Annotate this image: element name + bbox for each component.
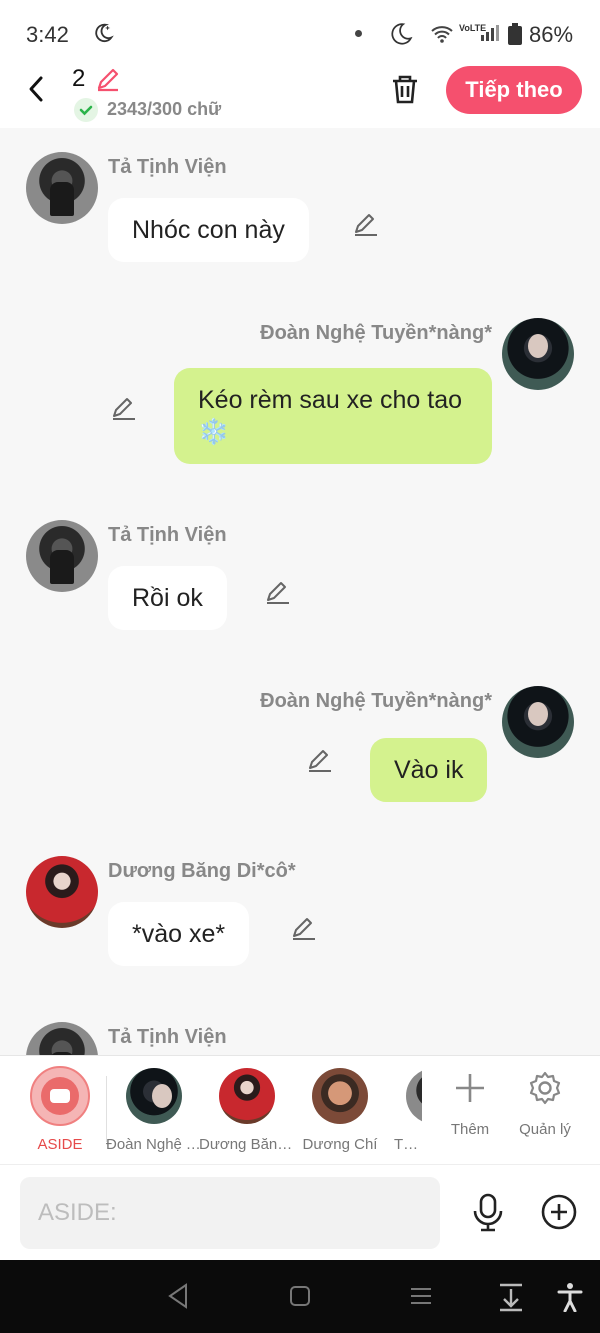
avatar[interactable]	[502, 686, 574, 758]
message-input[interactable]	[20, 1177, 440, 1249]
manage-button[interactable]: Quản lý	[510, 1070, 580, 1138]
add-circle-icon[interactable]	[540, 1193, 578, 1236]
night-mode-icon	[388, 21, 414, 52]
character-item[interactable]: Tả T	[386, 1068, 422, 1153]
sender-name: Đoàn Nghệ Tuyền*nàng*	[260, 322, 492, 344]
message-bubble[interactable]: Nhóc con này	[108, 198, 309, 262]
add-label: Thêm	[450, 1121, 490, 1138]
edit-message-icon[interactable]	[264, 578, 292, 606]
character-item[interactable]: Đoàn Nghệ Tuyền	[106, 1068, 202, 1153]
plus-icon	[456, 1074, 484, 1102]
avatar[interactable]	[26, 520, 98, 592]
avatar	[312, 1068, 368, 1124]
download-icon[interactable]	[496, 1282, 526, 1317]
sender-name: Dương Băng Di*cô*	[108, 860, 296, 882]
trash-icon[interactable]	[388, 72, 422, 111]
avatar[interactable]	[502, 318, 574, 390]
status-bar: 3:42 VoLTE 86%	[0, 0, 600, 62]
add-character-button[interactable]: Thêm	[435, 1070, 505, 1138]
nav-back-icon[interactable]	[166, 1282, 190, 1315]
aside-button[interactable]	[30, 1066, 90, 1126]
manage-label: Quản lý	[519, 1121, 571, 1138]
notification-dot-icon	[355, 30, 362, 37]
avatar	[406, 1068, 422, 1124]
sender-name: Tả Tịnh Viện	[108, 1026, 227, 1048]
character-name: Đoàn Nghệ Tuyền	[106, 1136, 202, 1153]
sender-name: Đoàn Nghệ Tuyền*nàng*	[260, 690, 492, 712]
battery-icon	[508, 23, 522, 50]
avatar	[126, 1068, 182, 1124]
signal-icon	[480, 24, 500, 47]
edit-title-icon[interactable]	[94, 65, 122, 98]
input-bar	[0, 1164, 600, 1260]
top-bar: 2 2343/300 chữ Tiếp theo	[0, 62, 600, 128]
chapter-number: 2	[72, 65, 86, 92]
nav-home-icon[interactable]	[288, 1282, 312, 1315]
message-bubble[interactable]: Vào ik	[370, 738, 488, 802]
character-bar: ASIDE Đoàn Nghệ Tuyền Dương Băng Di Dươn…	[0, 1055, 600, 1164]
message-bubble[interactable]: *vào xe*	[108, 902, 250, 966]
nav-menu-icon[interactable]	[408, 1282, 434, 1315]
volte-indicator: VoLTE	[459, 23, 487, 33]
edit-message-icon[interactable]	[290, 914, 318, 942]
microphone-icon[interactable]	[470, 1193, 506, 1238]
edit-message-icon[interactable]	[110, 394, 138, 422]
edit-message-icon[interactable]	[306, 746, 334, 774]
check-icon	[74, 98, 98, 122]
message-bubble[interactable]: Rồi ok	[108, 566, 227, 630]
next-button[interactable]: Tiếp theo	[446, 66, 582, 114]
chat-area[interactable]: Tả Tịnh Viện Nhóc con này Đoàn Nghệ Tuyề…	[0, 128, 600, 1055]
accessibility-icon[interactable]	[556, 1282, 584, 1317]
avatar	[219, 1068, 275, 1124]
sender-name: Tả Tịnh Viện	[108, 524, 227, 546]
character-item[interactable]: Dương Băng Di	[199, 1068, 295, 1153]
sender-name: Tả Tịnh Viện	[108, 156, 227, 178]
wifi-icon	[430, 24, 454, 49]
character-item[interactable]: Dương Chí	[292, 1068, 388, 1153]
word-count: 2343/300 chữ	[107, 99, 222, 119]
character-name: Dương Chí	[302, 1136, 378, 1153]
avatar[interactable]	[26, 152, 98, 224]
back-icon[interactable]	[22, 74, 52, 104]
edit-message-icon[interactable]	[352, 210, 380, 238]
character-name: Dương Băng Di	[199, 1136, 295, 1153]
battery-percent: 86%	[529, 22, 574, 47]
message-bubble[interactable]: Kéo rèm sau xe cho tao ❄️	[174, 368, 492, 464]
avatar[interactable]	[26, 856, 98, 928]
character-name: Tả T	[394, 1136, 422, 1153]
status-time: 3:42	[26, 22, 69, 47]
do-not-disturb-icon	[92, 22, 114, 49]
avatar[interactable]	[26, 1022, 98, 1055]
aside-label: ASIDE	[37, 1136, 83, 1153]
aside-icon	[41, 1077, 79, 1115]
gear-icon	[529, 1071, 561, 1105]
system-nav-bar	[0, 1260, 600, 1333]
